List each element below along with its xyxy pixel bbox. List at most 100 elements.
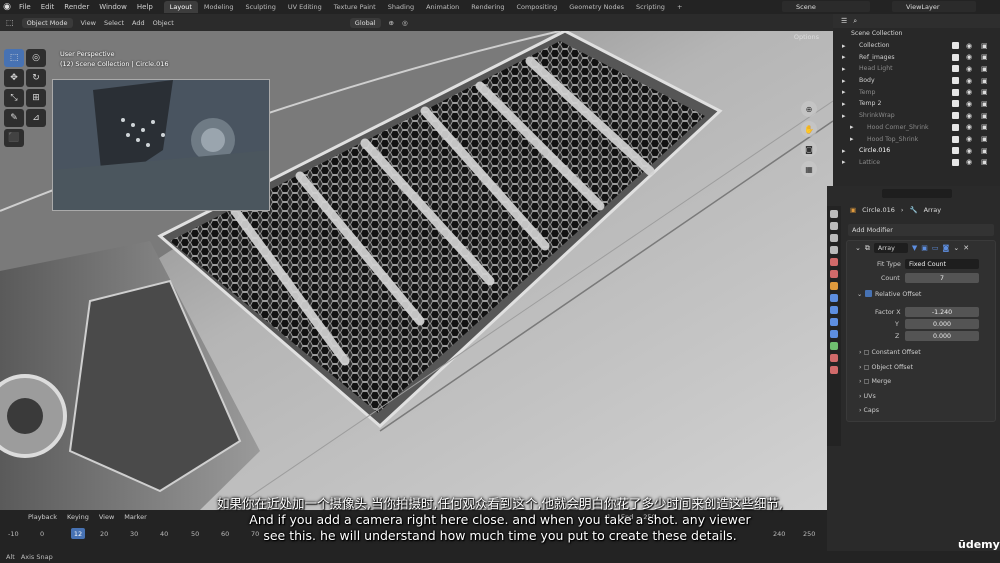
outliner-search-icon[interactable]: ⌕ <box>853 17 857 26</box>
object-offset-section[interactable]: › ▢ Object Offset <box>859 364 913 371</box>
view-layer-tab-icon[interactable] <box>830 246 838 254</box>
menu-render[interactable]: Render <box>59 3 94 11</box>
edit-mode-toggle-icon[interactable]: ▼ <box>912 244 917 252</box>
eye-icon[interactable]: ◉ <box>966 42 972 50</box>
tab-geometry-nodes[interactable]: Geometry Nodes <box>563 1 630 13</box>
camera-icon[interactable]: ▣ <box>981 65 988 73</box>
outliner-row[interactable]: ▸ Collection ◉ ▣ <box>833 40 1000 52</box>
transform-icon[interactable]: ⊞ <box>26 89 46 107</box>
tool-tab-icon[interactable] <box>830 210 838 218</box>
camera-icon[interactable]: ▣ <box>981 147 988 155</box>
exclude-checkbox[interactable] <box>952 88 959 96</box>
expand-arrow-icon[interactable]: ▸ <box>842 147 846 155</box>
output-tab-icon[interactable] <box>830 234 838 242</box>
exclude-checkbox[interactable] <box>952 147 959 155</box>
tab-uv-editing[interactable]: UV Editing <box>282 1 328 13</box>
expand-arrow-icon[interactable]: ▸ <box>850 135 854 143</box>
render-tab-icon[interactable] <box>830 222 838 230</box>
cursor-icon[interactable]: ◎ <box>26 49 46 67</box>
camera-icon[interactable]: ▣ <box>981 42 988 50</box>
proportional-edit-icon[interactable]: ◎ <box>402 19 408 27</box>
tab-layout[interactable]: Layout <box>163 1 198 13</box>
exclude-checkbox[interactable] <box>952 65 959 73</box>
tab-modeling[interactable]: Modeling <box>198 1 240 13</box>
outliner-row[interactable]: ▸ Body ◉ ▣ <box>833 75 1000 87</box>
count-field[interactable]: 7 <box>905 273 979 283</box>
pan-hand-icon[interactable]: ✋ <box>801 121 817 137</box>
caps-section[interactable]: › Caps <box>859 407 879 414</box>
material-tab-icon[interactable] <box>830 354 838 362</box>
exclude-checkbox[interactable] <box>952 53 959 61</box>
world-tab-icon[interactable] <box>830 270 838 278</box>
eye-icon[interactable]: ◉ <box>966 88 972 96</box>
outliner-row[interactable]: ▸ Hood Top_Shrink ◉ ▣ <box>833 133 1000 145</box>
options-button[interactable]: Options <box>794 33 819 41</box>
outliner-row[interactable]: ▸ Ref_images ◉ ▣ <box>833 51 1000 63</box>
eye-icon[interactable]: ◉ <box>966 100 972 108</box>
object-tab-icon[interactable] <box>830 282 838 290</box>
factor-x-field[interactable]: -1.240 <box>905 307 979 317</box>
transform-orientation[interactable]: Global <box>349 17 381 28</box>
tab-sculpting[interactable]: Sculpting <box>239 1 281 13</box>
annotate-icon[interactable]: ✎ <box>4 109 24 127</box>
camera-icon[interactable]: ▣ <box>981 158 988 166</box>
eye-icon[interactable]: ◉ <box>966 135 972 143</box>
add-modifier-button[interactable]: Add Modifier <box>848 224 994 236</box>
camera-icon[interactable]: ▣ <box>981 112 988 120</box>
3d-viewport[interactable]: ⬚ ◎ ✥ ↻ ⤡ ⊞ ✎ ⊿ ⬛ User Perspective (12) … <box>0 31 833 510</box>
expand-arrow-icon[interactable]: ▸ <box>842 53 846 61</box>
select-box-icon[interactable]: ⬚ <box>4 49 24 67</box>
constraints-tab-icon[interactable] <box>830 330 838 338</box>
editor-type-icon[interactable]: ⬚ <box>6 18 14 27</box>
viewport-toggle-icon[interactable]: ▭ <box>932 244 939 252</box>
eye-icon[interactable]: ◉ <box>966 65 972 73</box>
eye-icon[interactable]: ◉ <box>966 147 972 155</box>
camera-icon[interactable]: ▣ <box>981 88 988 96</box>
outliner-row[interactable]: ▸ ShrinkWrap ◉ ▣ <box>833 110 1000 122</box>
outliner-row[interactable]: ▸ Hood Corner_Shrink ◉ ▣ <box>833 122 1000 134</box>
exclude-checkbox[interactable] <box>952 158 959 166</box>
expand-arrow-icon[interactable]: ▸ <box>842 77 846 85</box>
menu-select[interactable]: Select <box>104 19 124 27</box>
mode-selector[interactable]: Object Mode <box>21 17 73 28</box>
rotate-icon[interactable]: ↻ <box>26 69 46 87</box>
eye-icon[interactable]: ◉ <box>966 77 972 85</box>
tab-scripting[interactable]: Scripting <box>630 1 671 13</box>
expand-arrow-icon[interactable]: ▸ <box>842 100 846 108</box>
eye-icon[interactable]: ◉ <box>966 158 972 166</box>
eye-icon[interactable]: ◉ <box>966 123 972 131</box>
zoom-icon[interactable]: ⊕ <box>801 101 817 117</box>
add-workspace-button[interactable]: + <box>671 1 688 13</box>
expand-arrow-icon[interactable]: ▸ <box>842 42 846 50</box>
grid-icon[interactable]: ▦ <box>801 161 817 177</box>
expand-arrow-icon[interactable]: ▸ <box>842 158 846 166</box>
menu-window[interactable]: Window <box>94 3 132 11</box>
camera-icon[interactable]: ▣ <box>981 53 988 61</box>
factor-y-field[interactable]: 0.000 <box>905 319 979 329</box>
render-toggle-icon[interactable]: ◙ <box>943 244 950 252</box>
expand-arrow-icon[interactable]: ▸ <box>850 123 854 131</box>
add-cube-icon[interactable]: ⬛ <box>4 129 24 147</box>
menu-object[interactable]: Object <box>153 19 174 27</box>
blender-logo-icon[interactable]: ◉ <box>0 0 14 14</box>
outliner-row[interactable]: ▸ Lattice ◉ ▣ <box>833 157 1000 169</box>
properties-search-input[interactable] <box>882 188 952 198</box>
camera-icon[interactable]: ▣ <box>981 135 988 143</box>
physics-tab-icon[interactable] <box>830 318 838 326</box>
menu-view[interactable]: View <box>81 19 96 27</box>
outliner-row[interactable]: ▸ Temp ◉ ▣ <box>833 86 1000 98</box>
exclude-checkbox[interactable] <box>952 100 959 108</box>
menu-file[interactable]: File <box>14 3 36 11</box>
tab-rendering[interactable]: Rendering <box>465 1 510 13</box>
merge-section[interactable]: › ▢ Merge <box>859 378 891 385</box>
exclude-checkbox[interactable] <box>952 135 959 143</box>
scene-tab-icon[interactable] <box>830 258 838 266</box>
camera-icon[interactable]: ◙ <box>801 141 817 157</box>
cage-toggle-icon[interactable]: ▣ <box>921 244 928 252</box>
outliner-row[interactable]: ▸ Temp 2 ◉ ▣ <box>833 98 1000 110</box>
exclude-checkbox[interactable] <box>952 112 959 120</box>
expand-arrow-icon[interactable]: ▸ <box>842 65 846 73</box>
measure-icon[interactable]: ⊿ <box>26 109 46 127</box>
relative-offset-checkbox[interactable] <box>865 290 872 297</box>
fit-type-dropdown[interactable]: Fixed Count <box>905 259 979 269</box>
